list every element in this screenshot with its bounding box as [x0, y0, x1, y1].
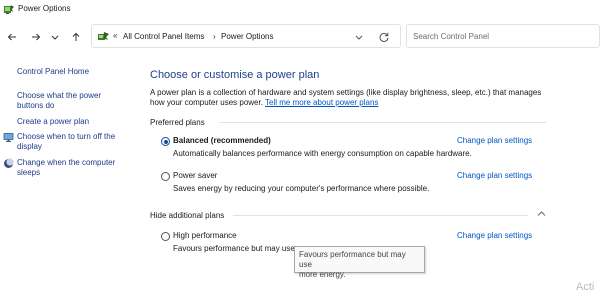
plan-name[interactable]: High performance: [173, 231, 237, 240]
recent-locations-button[interactable]: [48, 30, 62, 44]
radio-high-performance[interactable]: [161, 232, 170, 241]
refresh-icon[interactable]: [378, 31, 390, 43]
power-options-icon: [4, 5, 14, 14]
monitor-icon: [3, 133, 14, 142]
sidebar-item-label[interactable]: sleeps: [17, 168, 40, 178]
plan-description: Automatically balances performance with …: [173, 149, 472, 158]
forward-button[interactable]: [29, 30, 43, 44]
tooltip: Favours performance but may use more ene…: [294, 246, 425, 279]
plan-name[interactable]: Balanced (recommended): [173, 136, 271, 145]
section-divider: [219, 122, 546, 123]
chevron-down-icon: [51, 35, 59, 40]
tooltip-line: more energy.: [299, 270, 346, 279]
title-bar: Power Options: [0, 0, 600, 20]
sidebar-item-label[interactable]: Create a power plan: [17, 117, 89, 127]
breadcrumb-all-control-panel-items[interactable]: All Control Panel Items: [123, 32, 204, 41]
page-description: A power plan is a collection of hardware…: [150, 88, 560, 108]
preferred-plans-heading: Preferred plans: [150, 118, 205, 127]
tooltip-line: Favours performance but may use: [299, 250, 406, 269]
plan-description: Favours performance but may use: [173, 244, 295, 253]
change-plan-settings-link[interactable]: Change plan settings: [457, 136, 532, 145]
hide-additional-plans-heading[interactable]: Hide additional plans: [150, 211, 224, 220]
breadcrumb-separator[interactable]: ›: [213, 32, 216, 41]
description-line: A power plan is a collection of hardware…: [150, 88, 542, 97]
change-plan-settings-link[interactable]: Change plan settings: [457, 171, 532, 180]
change-plan-settings-link[interactable]: Change plan settings: [457, 231, 532, 240]
sidebar-item-label[interactable]: Choose when to turn off the: [17, 132, 115, 142]
description-line: how your computer uses power.: [150, 98, 263, 107]
radio-power-saver[interactable]: [161, 172, 170, 181]
search-placeholder: Search Control Panel: [413, 32, 490, 41]
search-input[interactable]: Search Control Panel: [406, 24, 600, 48]
address-bar[interactable]: « All Control Panel Items › Power Option…: [91, 24, 401, 48]
sidebar-item-label[interactable]: Choose what the power: [17, 91, 101, 101]
up-arrow-icon: [72, 32, 80, 41]
plan-description: Saves energy by reducing your computer's…: [173, 184, 430, 193]
plan-name[interactable]: Power saver: [173, 171, 217, 180]
breadcrumb-power-options[interactable]: Power Options: [221, 32, 273, 41]
sidebar-item-label[interactable]: buttons do: [17, 101, 54, 111]
back-arrow-icon: [7, 33, 16, 41]
address-dropdown-icon[interactable]: [354, 32, 364, 42]
chevron-up-icon[interactable]: [537, 210, 546, 217]
up-button[interactable]: [69, 30, 83, 44]
moon-icon: [4, 158, 14, 168]
section-divider: [233, 215, 528, 216]
sidebar-item-label[interactable]: display: [17, 142, 42, 152]
back-button[interactable]: [5, 30, 19, 44]
control-panel-icon: [98, 32, 109, 40]
page-title: Choose or customise a power plan: [150, 69, 320, 81]
learn-more-link[interactable]: Tell me more about power plans: [265, 98, 378, 107]
sidebar-item-label[interactable]: Change when the computer: [17, 158, 115, 168]
activation-watermark: Acti: [576, 281, 595, 293]
radio-balanced[interactable]: [161, 137, 170, 146]
address-overflow-icon[interactable]: «: [113, 31, 117, 40]
sidebar-control-panel-home[interactable]: Control Panel Home: [17, 67, 89, 77]
window-title: Power Options: [18, 4, 71, 13]
forward-arrow-icon: [32, 33, 41, 41]
